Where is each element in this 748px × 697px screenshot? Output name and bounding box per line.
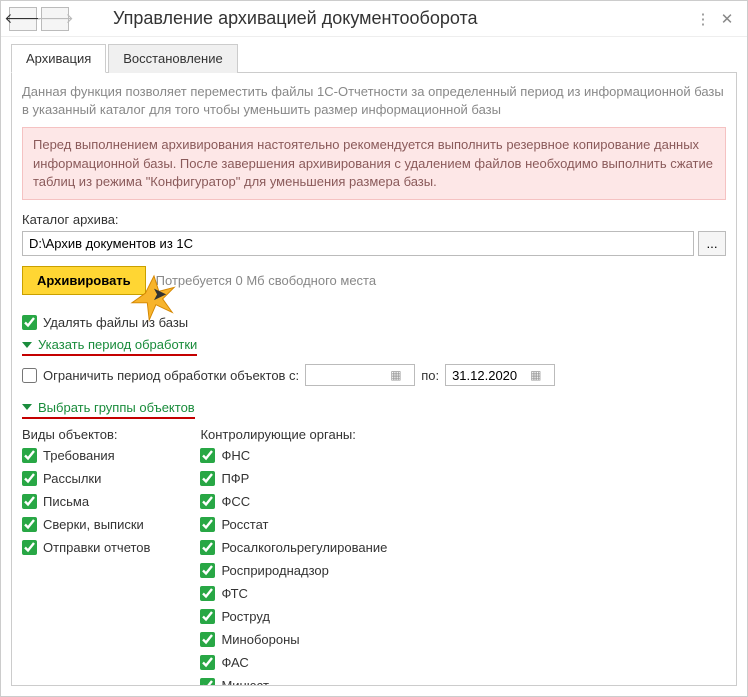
- period-row: Ограничить период обработки объектов с: …: [22, 364, 726, 386]
- period-section-toggle[interactable]: Указать период обработки: [22, 337, 197, 356]
- date-to-label: по:: [421, 368, 439, 383]
- date-to-input[interactable]: [450, 367, 530, 384]
- list-item: Минобороны: [200, 632, 387, 647]
- agency-label: Роструд: [221, 609, 270, 624]
- list-item: Росприроднадзор: [200, 563, 387, 578]
- agency-checkbox[interactable]: [200, 655, 215, 670]
- list-item: Рассылки: [22, 471, 150, 486]
- back-button[interactable]: 🡐: [9, 7, 37, 31]
- list-item: Росстат: [200, 517, 387, 532]
- warning-box: Перед выполнением архивирования настояте…: [22, 127, 726, 200]
- tab-restore[interactable]: Восстановление: [108, 44, 237, 73]
- agency-checkbox[interactable]: [200, 448, 215, 463]
- list-item: ФНС: [200, 448, 387, 463]
- object-types-title: Виды объектов:: [22, 427, 150, 442]
- list-item: Росалкогольрегулирование: [200, 540, 387, 555]
- limit-period-label: Ограничить период обработки объектов с:: [43, 368, 299, 383]
- period-section-label: Указать период обработки: [38, 337, 197, 352]
- agency-checkbox[interactable]: [200, 586, 215, 601]
- object-type-label: Требования: [43, 448, 115, 463]
- agency-checkbox[interactable]: [200, 678, 215, 686]
- agency-checkbox[interactable]: [200, 540, 215, 555]
- agency-checkbox[interactable]: [200, 632, 215, 647]
- chevron-down-icon: [22, 404, 32, 410]
- forward-button[interactable]: 🡒: [41, 7, 69, 31]
- list-item: Отправки отчетов: [22, 540, 150, 555]
- list-item: Роструд: [200, 609, 387, 624]
- chevron-down-icon: [22, 342, 32, 348]
- function-description: Данная функция позволяет переместить фай…: [22, 83, 726, 119]
- window: 🡐 🡒 Управление архивацией документооборо…: [0, 0, 748, 697]
- list-item: Письма: [22, 494, 150, 509]
- archive-button[interactable]: Архивировать: [22, 266, 146, 295]
- agency-checkbox[interactable]: [200, 471, 215, 486]
- object-type-checkbox[interactable]: [22, 448, 37, 463]
- date-from-field[interactable]: ▦: [305, 364, 415, 386]
- limit-period-checkbox[interactable]: [22, 368, 37, 383]
- groups-section-label: Выбрать группы объектов: [38, 400, 195, 415]
- agency-label: ФСС: [221, 494, 250, 509]
- agency-label: ПФР: [221, 471, 249, 486]
- object-type-checkbox[interactable]: [22, 494, 37, 509]
- path-row: ...: [22, 231, 726, 256]
- object-type-label: Письма: [43, 494, 89, 509]
- agency-label: Минюст: [221, 678, 268, 686]
- delete-files-row: Удалять файлы из базы: [22, 315, 726, 330]
- agencies-title: Контролирующие органы:: [200, 427, 387, 442]
- delete-files-label: Удалять файлы из базы: [43, 315, 188, 330]
- tab-content: Данная функция позволяет переместить фай…: [11, 73, 737, 686]
- list-item: Сверки, выписки: [22, 517, 150, 532]
- agency-label: ФНС: [221, 448, 250, 463]
- object-type-checkbox[interactable]: [22, 471, 37, 486]
- agency-checkbox[interactable]: [200, 609, 215, 624]
- browse-button[interactable]: ...: [698, 231, 726, 256]
- action-row: Архивировать Потребуется 0 Мб свободного…: [22, 266, 726, 295]
- agency-label: ФТС: [221, 586, 247, 601]
- agencies-column: Контролирующие органы: ФНС ПФР ФСС Росст…: [200, 427, 387, 686]
- list-item: Минюст: [200, 678, 387, 686]
- list-item: ФАС: [200, 655, 387, 670]
- list-item: ФТС: [200, 586, 387, 601]
- list-item: Требования: [22, 448, 150, 463]
- agency-checkbox[interactable]: [200, 517, 215, 532]
- agency-checkbox[interactable]: [200, 563, 215, 578]
- object-type-checkbox[interactable]: [22, 517, 37, 532]
- object-type-checkbox[interactable]: [22, 540, 37, 555]
- object-type-label: Рассылки: [43, 471, 101, 486]
- date-from-input[interactable]: [310, 367, 390, 384]
- space-required-label: Потребуется 0 Мб свободного места: [156, 273, 376, 288]
- kebab-menu-icon[interactable]: ⋮: [691, 7, 715, 31]
- agency-label: Росалкогольрегулирование: [221, 540, 387, 555]
- archive-path-input[interactable]: [22, 231, 694, 256]
- close-icon[interactable]: ✕: [715, 7, 739, 31]
- tab-bar: Архивация Восстановление: [11, 43, 737, 73]
- path-label: Каталог архива:: [22, 212, 726, 227]
- titlebar: 🡐 🡒 Управление архивацией документооборо…: [1, 1, 747, 37]
- calendar-icon[interactable]: ▦: [530, 368, 541, 382]
- agency-label: Минобороны: [221, 632, 299, 647]
- calendar-icon[interactable]: ▦: [390, 368, 401, 382]
- agency-checkbox[interactable]: [200, 494, 215, 509]
- object-type-label: Сверки, выписки: [43, 517, 144, 532]
- window-title: Управление архивацией документооборота: [73, 8, 691, 29]
- list-item: ПФР: [200, 471, 387, 486]
- agency-label: Росприроднадзор: [221, 563, 328, 578]
- delete-files-checkbox[interactable]: [22, 315, 37, 330]
- date-to-field[interactable]: ▦: [445, 364, 555, 386]
- groups-columns: Виды объектов: Требования Рассылки Письм…: [22, 427, 726, 686]
- object-type-label: Отправки отчетов: [43, 540, 150, 555]
- groups-section-toggle[interactable]: Выбрать группы объектов: [22, 400, 195, 419]
- tab-archive[interactable]: Архивация: [11, 44, 106, 73]
- agency-label: ФАС: [221, 655, 248, 670]
- list-item: ФСС: [200, 494, 387, 509]
- agency-label: Росстат: [221, 517, 268, 532]
- object-types-column: Виды объектов: Требования Рассылки Письм…: [22, 427, 150, 686]
